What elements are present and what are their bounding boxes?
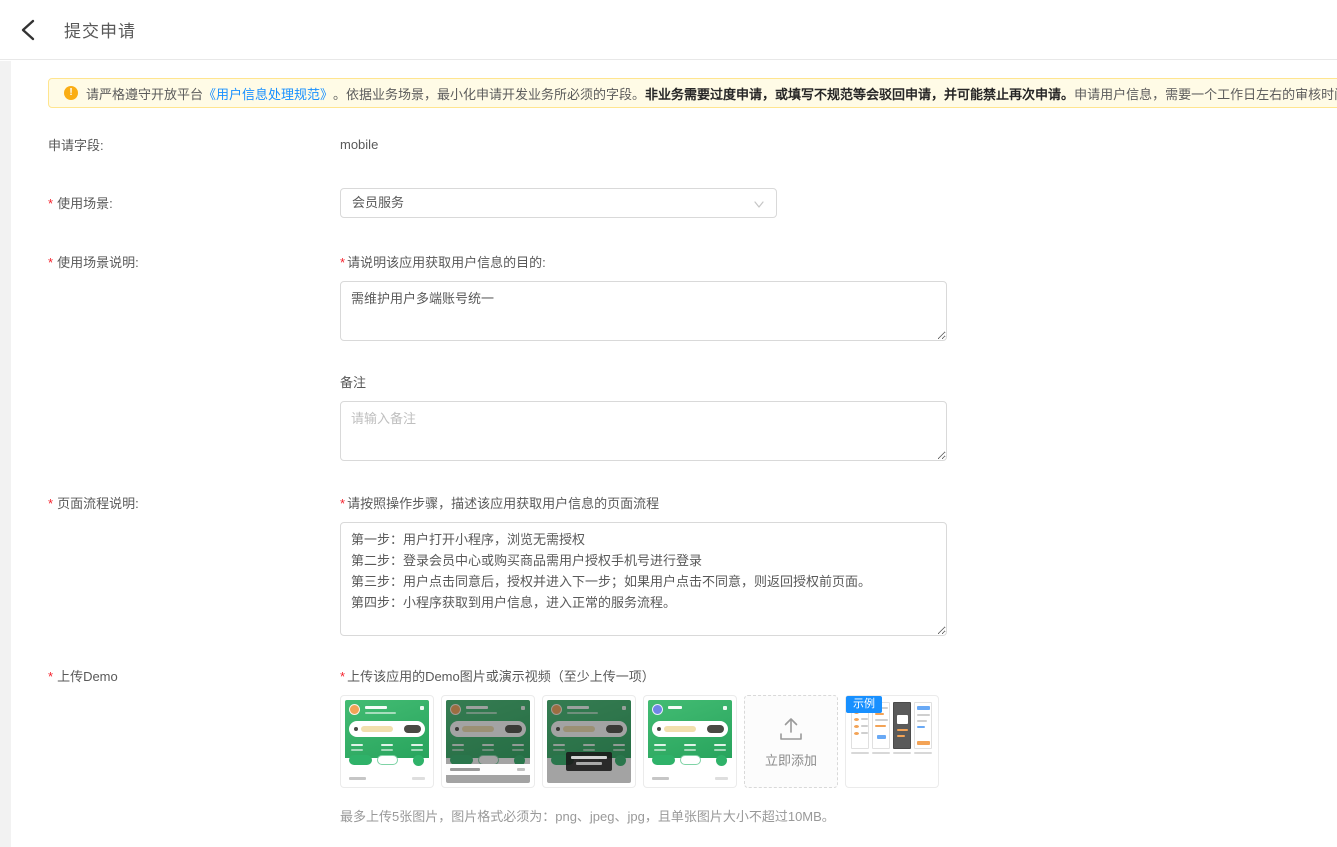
- demo-thumbnail-2[interactable]: [441, 695, 535, 788]
- example-badge: 示例: [846, 696, 882, 713]
- chevron-left-icon: [19, 19, 37, 41]
- left-gutter: [0, 61, 11, 847]
- add-demo-button[interactable]: 立即添加: [744, 695, 838, 788]
- apply-field-row: 申请字段: mobile: [48, 137, 1337, 155]
- demo-upload-list: 立即添加 示例: [340, 695, 939, 788]
- purpose-sub-label: *请说明该应用获取用户信息的目的:: [340, 254, 947, 272]
- mini-program-screenshot: [648, 700, 732, 783]
- apply-field-value: mobile: [340, 137, 378, 155]
- warning-icon: !: [64, 86, 78, 100]
- avatar: [652, 704, 663, 715]
- user-info-spec-link[interactable]: 《用户信息处理规范》: [203, 84, 333, 103]
- required-asterisk: *: [48, 669, 53, 684]
- page-flow-sub-label: *请按照操作步骤，描述该应用获取用户信息的页面流程: [340, 495, 947, 513]
- remark-group: 备注: [340, 374, 947, 461]
- upload-demo-sub-label: *上传该应用的Demo图片或演示视频（至少上传一项）: [340, 668, 939, 686]
- usage-scene-desc-label-text: 使用场景说明:: [57, 255, 139, 270]
- usage-scene-desc-row: *使用场景说明: *请说明该应用获取用户信息的目的: 需维护用户多端账号统一 备…: [48, 254, 1337, 461]
- page-header: 提交申请: [0, 0, 1337, 60]
- toast-popup: [566, 752, 612, 771]
- required-asterisk: *: [48, 196, 53, 211]
- upload-demo-label: * 上传Demo: [48, 668, 340, 825]
- chevron-down-icon: [753, 198, 765, 210]
- required-asterisk: *: [340, 496, 345, 511]
- mini-program-screenshot: [446, 700, 530, 783]
- purpose-sub-label-text: 请说明该应用获取用户信息的目的:: [347, 255, 546, 270]
- required-asterisk: *: [340, 669, 345, 684]
- upload-demo-label-text: 上传Demo: [57, 669, 118, 684]
- page-flow-label: * 页面流程说明:: [48, 495, 340, 636]
- mini-program-screenshot: [345, 700, 429, 783]
- demo-thumbnail-1[interactable]: [340, 695, 434, 788]
- back-button[interactable]: [16, 18, 40, 42]
- notice-text-prefix: 请严格遵守开放平台: [86, 84, 203, 103]
- page-flow-label-text: 页面流程说明:: [57, 496, 139, 511]
- page-flow-row: *页面流程说明: *请按照操作步骤，描述该应用获取用户信息的页面流程 第一步：用…: [48, 495, 1337, 636]
- purpose-textarea[interactable]: 需维护用户多端账号统一: [340, 281, 947, 341]
- upload-demo-row: *上传Demo *上传该应用的Demo图片或演示视频（至少上传一项）: [48, 668, 1337, 825]
- usage-scene-label-text: 使用场景:: [57, 196, 113, 211]
- usage-scene-desc-label: * 使用场景说明:: [48, 254, 340, 461]
- remark-textarea[interactable]: [340, 401, 947, 461]
- upload-demo-sub-label-text: 上传该应用的Demo图片或演示视频（至少上传一项）: [347, 669, 655, 684]
- apply-field-label: 申请字段:: [48, 137, 340, 155]
- usage-scene-select[interactable]: 会员服务: [340, 188, 777, 218]
- upload-hint: 最多上传5张图片，图片格式必须为：png、jpeg、jpg，且单张图片大小不超过…: [340, 806, 939, 825]
- warning-alert: ! 请严格遵守开放平台 《用户信息处理规范》 。依据业务场景，最小化申请开发业务…: [48, 78, 1337, 108]
- required-asterisk: *: [340, 255, 345, 270]
- upload-icon: [776, 715, 806, 743]
- usage-scene-row: * 使用场景: 会员服务: [48, 188, 1337, 218]
- demo-thumbnail-3[interactable]: [542, 695, 636, 788]
- notice-text-bold: 非业务需要过度申请，或填写不规范等会驳回申请，并可能禁止再次申请。: [645, 84, 1074, 103]
- form-page: ! 请严格遵守开放平台 《用户信息处理规范》 。依据业务场景，最小化申请开发业务…: [0, 78, 1337, 825]
- add-demo-label: 立即添加: [765, 750, 817, 769]
- required-asterisk: *: [48, 496, 53, 511]
- example-image-card[interactable]: 示例: [845, 695, 939, 788]
- usage-scene-label: * 使用场景:: [48, 188, 340, 218]
- notice-text-middle: 。依据业务场景，最小化申请开发业务所必须的字段。: [333, 84, 645, 103]
- remark-label: 备注: [340, 374, 947, 392]
- page-flow-textarea[interactable]: 第一步：用户打开小程序，浏览无需授权 第二步：登录会员中心或购买商品需用户授权手…: [340, 522, 947, 636]
- usage-scene-selected-value: 会员服务: [352, 195, 404, 210]
- demo-thumbnail-4[interactable]: [643, 695, 737, 788]
- required-asterisk: *: [48, 255, 53, 270]
- avatar: [349, 704, 360, 715]
- page-title: 提交申请: [64, 17, 136, 42]
- notice-text-suffix: 申请用户信息，需要一个工作日左右的审核时间，请耐心等待。: [1074, 84, 1337, 103]
- page-flow-sub-label-text: 请按照操作步骤，描述该应用获取用户信息的页面流程: [347, 496, 659, 511]
- mini-program-screenshot: [547, 700, 631, 783]
